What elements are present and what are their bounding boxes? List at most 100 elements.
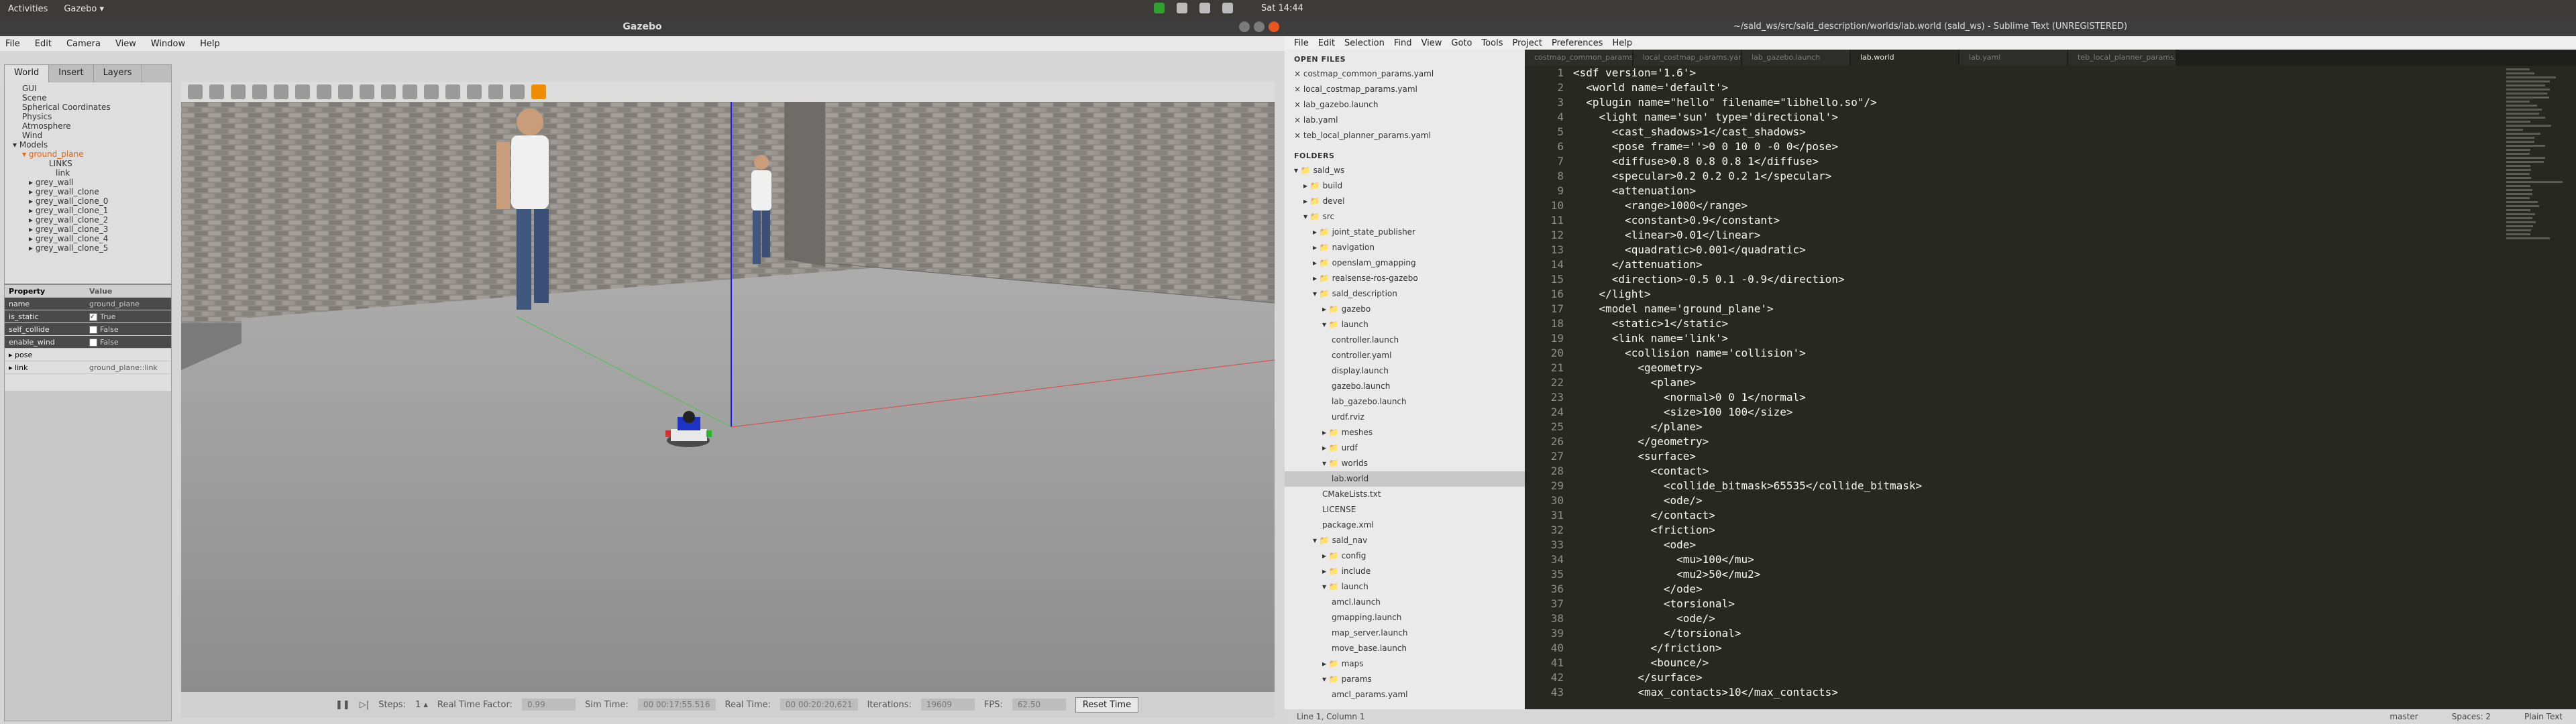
folder-tree-item[interactable]: ▾ 📁 sald_description	[1285, 286, 1525, 302]
tree-item[interactable]: Scene	[9, 93, 167, 103]
folder-tree-item[interactable]: controller.yaml	[1285, 348, 1525, 363]
settings-icon[interactable]	[1177, 3, 1187, 13]
editor-tab[interactable]: lab_gazebo.launch	[1742, 50, 1849, 66]
folder-tree-item[interactable]: amcl_params.yaml	[1285, 687, 1525, 703]
open-file-item[interactable]: × costmap_common_params.yaml	[1285, 66, 1525, 82]
property-value[interactable]: ✓ True	[85, 310, 171, 322]
property-value[interactable]: False	[85, 336, 171, 348]
maximize-icon[interactable]	[1254, 21, 1265, 32]
folder-tree-item[interactable]: ▸ 📁 openslam_gmapping	[1285, 255, 1525, 271]
tree-item[interactable]: ▸ grey_wall_clone_1	[9, 206, 167, 215]
minimize-icon[interactable]	[1239, 21, 1250, 32]
folder-tree-item[interactable]: ▸ 📁 navigation	[1285, 240, 1525, 255]
folder-tree-item[interactable]: ▸ 📁 realsense-ros-gazebo	[1285, 271, 1525, 286]
checkbox[interactable]: ✓	[89, 313, 97, 321]
folder-tree-item[interactable]: ▾ 📁 worlds	[1285, 456, 1525, 471]
folder-tree-item[interactable]: ▸ 📁 maps	[1285, 656, 1525, 672]
undo-icon[interactable]	[274, 84, 288, 99]
property-row[interactable]: enable_wind False	[5, 336, 171, 349]
rotate-mode-icon[interactable]	[231, 84, 246, 99]
tree-item[interactable]: ▸ grey_wall_clone	[9, 187, 167, 196]
tab-world[interactable]: World	[5, 65, 50, 82]
folder-tree-item[interactable]: ▸ 📁 urdf	[1285, 440, 1525, 456]
property-row[interactable]: ▸ link ground_plane::link	[5, 361, 171, 374]
syntax-selector[interactable]: Plain Text	[2524, 712, 2563, 721]
tree-item[interactable]: Physics	[9, 112, 167, 121]
activities-button[interactable]: Activities	[0, 4, 56, 14]
folder-tree-item[interactable]: amcl.launch	[1285, 595, 1525, 610]
menu-project[interactable]: Project	[1512, 38, 1542, 48]
editor-tab[interactable]: lab.yaml	[1960, 50, 2067, 66]
editor-tab[interactable]: teb_local_planner_params.yaml	[2068, 50, 2176, 66]
property-value[interactable]: False	[85, 323, 171, 335]
close-icon[interactable]	[1269, 21, 1279, 32]
gazebo-menu-edit[interactable]: Edit	[35, 39, 52, 49]
folder-tree-item[interactable]: ▸ 📁 build	[1285, 178, 1525, 194]
tree-item[interactable]: LINKS	[9, 159, 167, 168]
steps-stepper[interactable]: 1 ▴	[415, 700, 428, 710]
tree-item[interactable]: Wind	[9, 131, 167, 140]
folder-tree-item[interactable]: controller.launch	[1285, 333, 1525, 348]
folder-tree-item[interactable]: ▾ 📁 sald_nav	[1285, 533, 1525, 548]
property-row[interactable]: ▸ pose	[5, 349, 171, 361]
menu-preferences[interactable]: Preferences	[1552, 38, 1603, 48]
folder-tree-item[interactable]: ▾ 📁 launch	[1285, 317, 1525, 333]
property-row[interactable]: name ground_plane	[5, 298, 171, 310]
tree-item[interactable]: ▸ grey_wall_clone_5	[9, 243, 167, 253]
checkbox[interactable]	[89, 339, 97, 347]
box-shape-icon[interactable]	[317, 84, 331, 99]
paste-icon[interactable]	[467, 84, 482, 99]
folder-tree-item[interactable]: ▾ 📁 params	[1285, 672, 1525, 687]
code-editor[interactable]: 1 <sdf version='1.6'> 2 <world name='defau…	[1525, 66, 2576, 709]
folder-tree-item[interactable]: lab.world	[1285, 471, 1525, 487]
open-file-item[interactable]: × lab_gazebo.launch	[1285, 97, 1525, 113]
tree-item[interactable]: link	[9, 168, 167, 178]
translate-mode-icon[interactable]	[209, 84, 224, 99]
gazebo-menu-file[interactable]: File	[5, 39, 20, 49]
sphere-shape-icon[interactable]	[338, 84, 353, 99]
directional-light-icon[interactable]	[424, 84, 439, 99]
folder-tree-item[interactable]: gazebo.launch	[1285, 379, 1525, 394]
tab-insert[interactable]: Insert	[49, 65, 94, 82]
folder-tree-item[interactable]: map_server.launch	[1285, 625, 1525, 641]
open-file-item[interactable]: × teb_local_planner_params.yaml	[1285, 128, 1525, 143]
menu-tools[interactable]: Tools	[1481, 38, 1503, 48]
open-file-item[interactable]: × local_costmap_params.yaml	[1285, 82, 1525, 97]
gazebo-menu-help[interactable]: Help	[200, 39, 220, 49]
property-row[interactable]: self_collide False	[5, 323, 171, 336]
folder-tree-item[interactable]: ▾ 📁 src	[1285, 209, 1525, 225]
spot-light-icon[interactable]	[402, 84, 417, 99]
volume-icon[interactable]	[1222, 3, 1233, 13]
select-mode-icon[interactable]	[188, 84, 203, 99]
cylinder-shape-icon[interactable]	[360, 84, 374, 99]
align-icon[interactable]	[488, 84, 503, 99]
tree-item[interactable]: Spherical Coordinates	[9, 103, 167, 112]
folder-tree-item[interactable]: ▸ 📁 devel	[1285, 194, 1525, 209]
app-menu-button[interactable]: Gazebo ▾	[56, 4, 112, 14]
redo-icon[interactable]	[295, 84, 310, 99]
menu-file[interactable]: File	[1294, 38, 1309, 48]
tree-item[interactable]: ▸ grey_wall_clone_4	[9, 234, 167, 243]
tab-layers[interactable]: Layers	[94, 65, 142, 82]
folder-tree-item[interactable]: CMakeLists.txt	[1285, 487, 1525, 502]
folder-tree-item[interactable]: ▸ 📁 config	[1285, 548, 1525, 564]
step-icon[interactable]: ▷|	[360, 700, 369, 710]
tree-item[interactable]: ▸ grey_wall_clone_3	[9, 225, 167, 234]
folder-tree-item[interactable]: move_base.launch	[1285, 641, 1525, 656]
menu-find[interactable]: Find	[1394, 38, 1412, 48]
change-view-icon[interactable]	[531, 84, 546, 99]
network-icon[interactable]	[1199, 3, 1210, 13]
point-light-icon[interactable]	[381, 84, 396, 99]
3d-viewport[interactable]	[181, 102, 1275, 692]
folder-tree-item[interactable]: urdf.rviz	[1285, 410, 1525, 425]
clock[interactable]: Sat 14:44	[1261, 3, 1303, 13]
gazebo-menu-window[interactable]: Window	[151, 39, 185, 49]
folder-tree-item[interactable]: ▸ 📁 include	[1285, 564, 1525, 579]
property-row[interactable]: is_static ✓ True	[5, 310, 171, 323]
pause-icon[interactable]: ❚❚	[335, 700, 350, 710]
minimap[interactable]	[2506, 68, 2567, 699]
open-file-item[interactable]: × lab.yaml	[1285, 113, 1525, 128]
folder-tree-item[interactable]: ▸ 📁 meshes	[1285, 425, 1525, 440]
tree-item[interactable]: GUI	[9, 84, 167, 93]
snap-icon[interactable]	[510, 84, 525, 99]
